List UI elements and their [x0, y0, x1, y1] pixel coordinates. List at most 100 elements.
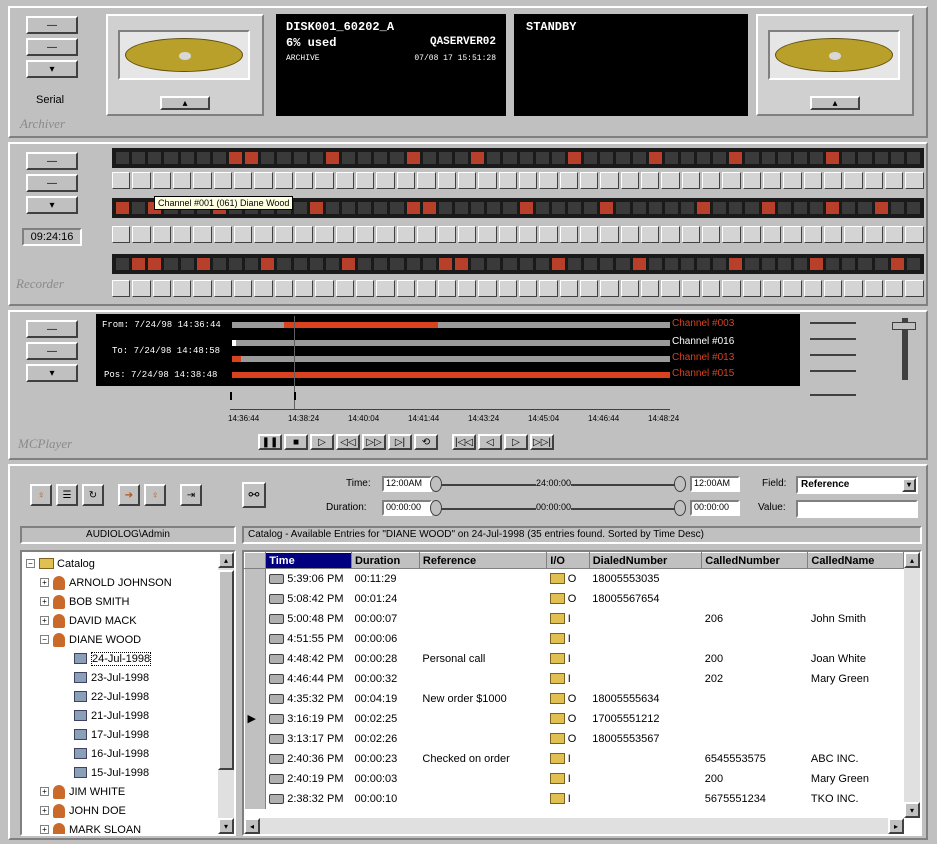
channel-button[interactable]	[457, 280, 477, 297]
channel-button[interactable]	[742, 226, 761, 243]
tree-root[interactable]: − Catalog	[26, 554, 234, 573]
channel-button[interactable]	[173, 172, 192, 189]
channel-button[interactable]	[132, 172, 151, 189]
person-icon[interactable]: ♀	[30, 484, 52, 506]
channel-button[interactable]	[112, 226, 131, 243]
channel-button[interactable]	[274, 172, 294, 189]
channel-button[interactable]	[173, 280, 192, 297]
duration-end-thumb[interactable]	[674, 500, 686, 516]
archiver-mid-button[interactable]: —	[26, 38, 78, 56]
channel-button[interactable]	[640, 280, 660, 297]
tree-item[interactable]: + MARK SLOAN	[26, 820, 234, 834]
ruler-end-marker[interactable]	[294, 392, 296, 400]
channel-button[interactable]	[437, 280, 456, 297]
export-icon[interactable]: ⇥	[180, 484, 202, 506]
channel-button[interactable]	[701, 172, 721, 189]
channel-button[interactable]	[193, 172, 212, 189]
row-indicator[interactable]	[244, 588, 267, 609]
channel-button[interactable]	[905, 172, 924, 189]
table-hscroll[interactable]: ◂ ▸	[244, 818, 904, 834]
table-row[interactable]: ▶ 3:16:19 PM 00:02:25 O 17005551212	[244, 708, 904, 729]
row-indicator[interactable]	[244, 748, 267, 769]
channel-button[interactable]	[417, 226, 436, 243]
channel-button[interactable]	[722, 172, 741, 189]
channel-buttons-3[interactable]	[112, 280, 924, 297]
tree-item[interactable]: 22-Jul-1998	[26, 687, 234, 706]
player-up-button[interactable]: —	[26, 320, 78, 338]
scroll-up-icon[interactable]: ▴	[904, 552, 920, 568]
time-end[interactable]: 12:00AM	[690, 476, 740, 492]
channel-button[interactable]	[763, 172, 782, 189]
master-volume-thumb[interactable]	[892, 322, 916, 330]
channel-button[interactable]	[600, 280, 619, 297]
scroll-up-icon[interactable]: ▴	[218, 552, 234, 568]
tree-item[interactable]: + JIM WHITE	[26, 782, 234, 801]
row-indicator[interactable]	[244, 728, 267, 749]
channel-buttons-1[interactable]	[112, 172, 924, 189]
column-header[interactable]: Reference	[418, 552, 548, 569]
row-indicator[interactable]	[244, 788, 267, 809]
channel-button[interactable]	[376, 280, 395, 297]
tree-item[interactable]: 24-Jul-1998	[26, 649, 234, 668]
player-mid-button[interactable]: —	[26, 342, 78, 360]
column-header[interactable]: CalledNumber	[701, 552, 809, 569]
channel-button[interactable]	[152, 172, 172, 189]
scroll-down-icon[interactable]: ▾	[904, 802, 920, 818]
archiver-down-button[interactable]: ▾	[26, 60, 78, 78]
channel-button[interactable]	[315, 280, 334, 297]
channel-button[interactable]	[112, 280, 131, 297]
column-header[interactable]: DialedNumber	[588, 552, 703, 569]
channel-button[interactable]	[498, 226, 517, 243]
tree-item[interactable]: 21-Jul-1998	[26, 706, 234, 725]
channel-button[interactable]	[498, 172, 517, 189]
channel-button[interactable]	[864, 172, 884, 189]
channel-button[interactable]	[864, 280, 884, 297]
channel-button[interactable]	[498, 280, 517, 297]
channel-button[interactable]	[803, 280, 823, 297]
channel-button[interactable]	[315, 172, 334, 189]
scroll-left-icon[interactable]: ◂	[244, 818, 260, 834]
tree-item[interactable]: + BOB SMITH	[26, 592, 234, 611]
channel-button[interactable]	[437, 226, 456, 243]
channel-button[interactable]	[824, 172, 843, 189]
table-vscroll[interactable]: ▴ ▾	[904, 552, 920, 818]
channel-button[interactable]	[457, 172, 477, 189]
tree-item[interactable]: − DIANE WOOD	[26, 630, 234, 649]
channel-button[interactable]	[518, 280, 538, 297]
channel-button[interactable]	[844, 280, 863, 297]
loop-button[interactable]: ⟲	[414, 434, 438, 450]
player-down-button[interactable]: ▾	[26, 364, 78, 382]
channel-button[interactable]	[335, 172, 355, 189]
time-start[interactable]: 12:00AM	[382, 476, 432, 492]
channel-button[interactable]	[152, 280, 172, 297]
channel-button[interactable]	[844, 226, 863, 243]
prev-button[interactable]: ◁	[478, 434, 502, 450]
stop-button[interactable]: ■	[284, 434, 308, 450]
pause-button[interactable]: ❚❚	[258, 434, 282, 450]
channel-button[interactable]	[478, 226, 497, 243]
tree-item[interactable]: 17-Jul-1998	[26, 725, 234, 744]
channel-button[interactable]	[783, 226, 802, 243]
channel-button[interactable]	[478, 172, 497, 189]
first-button[interactable]: |◁◁	[452, 434, 476, 450]
channel-button[interactable]	[295, 280, 314, 297]
channel-button[interactable]	[579, 226, 599, 243]
table-row[interactable]: 2:40:36 PM 00:00:23 Checked on order I 65455…	[244, 748, 904, 769]
channel-button[interactable]	[457, 226, 477, 243]
right-eject-button[interactable]: ▴	[810, 96, 860, 110]
channel-button[interactable]	[213, 280, 233, 297]
channel-button[interactable]	[132, 280, 151, 297]
channel-button[interactable]	[824, 226, 843, 243]
channel-button[interactable]	[742, 280, 761, 297]
duration-start[interactable]: 00:00:00	[382, 500, 432, 516]
row-indicator[interactable]	[244, 648, 267, 669]
volume-sliders[interactable]	[806, 318, 866, 404]
channel-button[interactable]	[335, 226, 355, 243]
column-header[interactable]: Duration	[350, 552, 420, 569]
channel-button[interactable]	[783, 172, 802, 189]
channel-button[interactable]	[722, 280, 741, 297]
next-button[interactable]: ▷	[504, 434, 528, 450]
table-row[interactable]: 4:46:44 PM 00:00:32 I 202 Mary Green	[244, 668, 904, 689]
time-ruler[interactable]	[230, 392, 670, 410]
tree-item[interactable]: + JOHN DOE	[26, 801, 234, 820]
